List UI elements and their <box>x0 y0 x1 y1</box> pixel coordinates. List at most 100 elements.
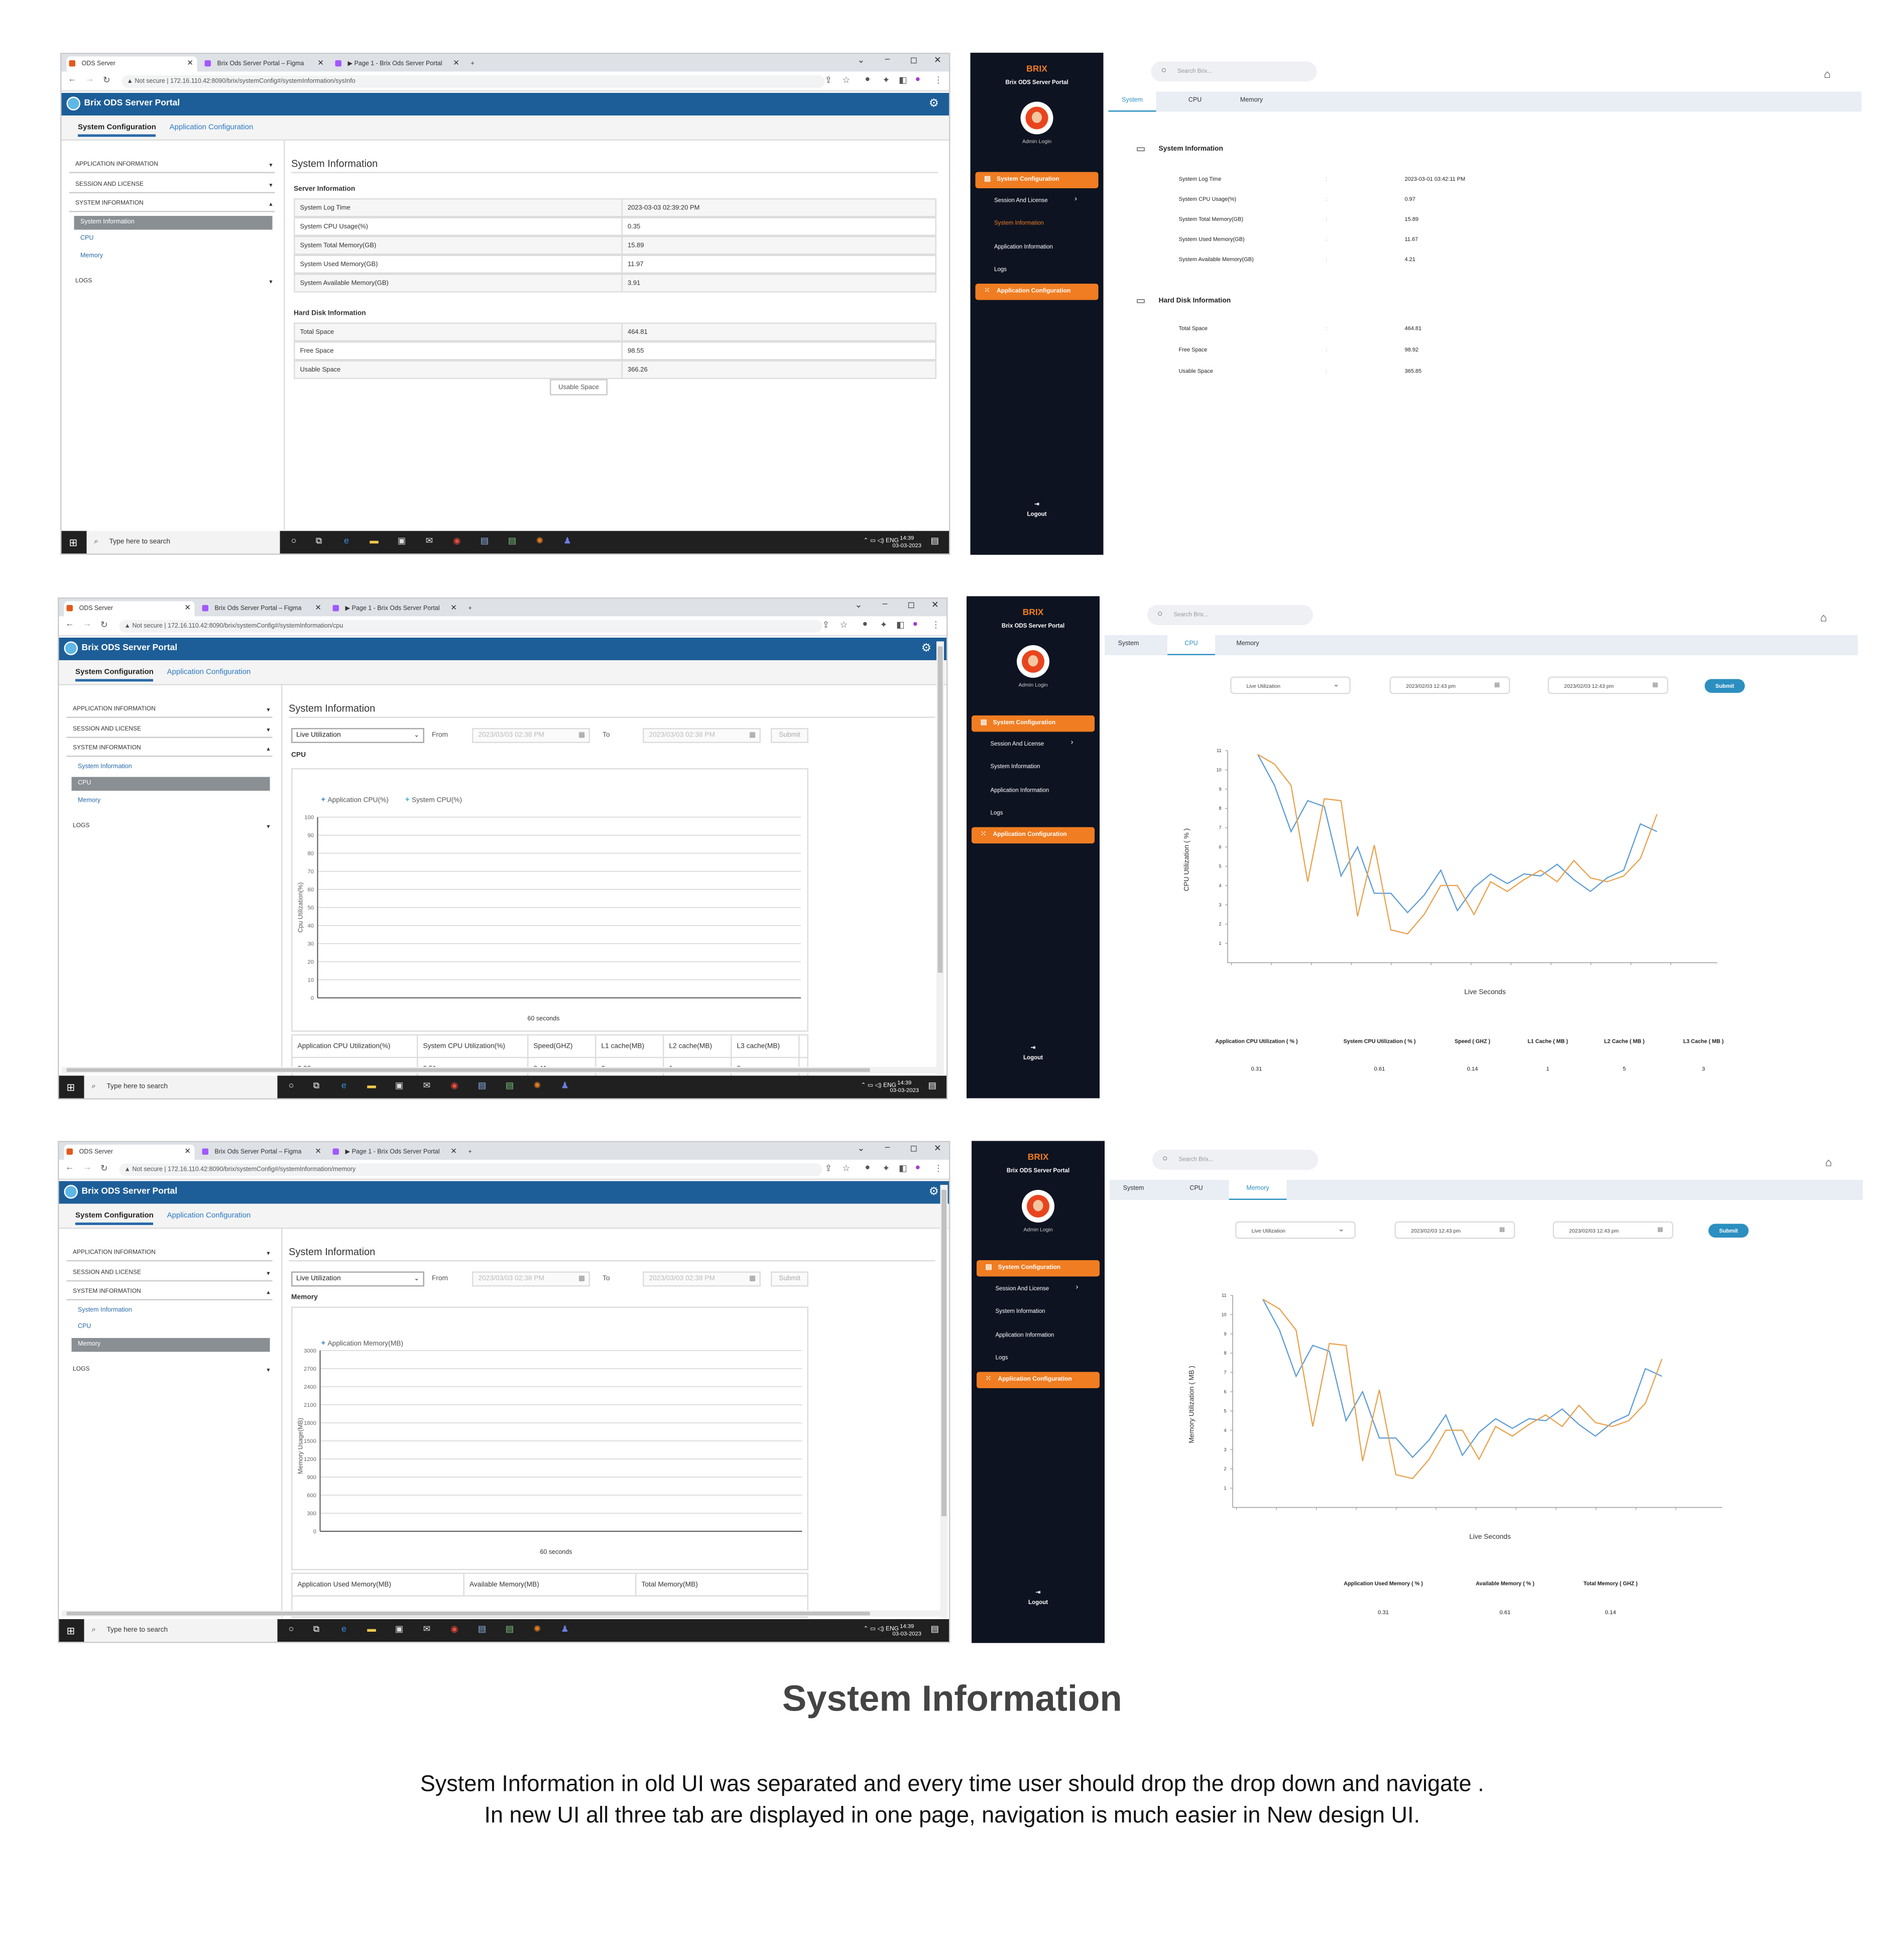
mail-icon[interactable]: ✉ <box>423 536 436 549</box>
home-icon[interactable]: ⌂ <box>1824 68 1831 80</box>
accordion-system-information[interactable]: SYSTEM INFORMATION ▴ <box>69 197 275 212</box>
back-icon[interactable]: ← <box>65 1164 74 1173</box>
task-view-icon[interactable]: ⧉ <box>313 536 325 549</box>
menu-item-application-information[interactable]: Application Information <box>991 787 1049 794</box>
from-date-input[interactable]: 2023/03/03 02:38 PM ▦ <box>472 1271 590 1287</box>
tab-system-configuration[interactable]: System Configuration <box>75 669 154 682</box>
notepad-icon[interactable]: ▤ <box>506 536 519 549</box>
chevron-down-icon[interactable]: ⌄ <box>858 1144 865 1154</box>
url-input[interactable]: ▲ Not secure | 172.16.110.42:8090/brix/s… <box>119 620 822 633</box>
close-tab-icon[interactable]: ✕ <box>184 1145 191 1160</box>
menu-application-configuration[interactable]: ⁙ Application Configuration <box>975 284 1099 300</box>
utilization-select[interactable]: Live Utilization ⌄ <box>1230 676 1351 694</box>
extensions-icon[interactable]: ✦ <box>883 1164 890 1174</box>
sidebar-item-system-information[interactable]: System Information <box>72 761 270 775</box>
sidebar-item-cpu[interactable]: CPU <box>74 232 273 247</box>
sidebar-item-memory[interactable]: Memory <box>74 250 273 264</box>
accordion-application-information[interactable]: APPLICATION INFORMATION ▾ <box>69 158 275 173</box>
submit-button[interactable]: Submit <box>1705 679 1745 693</box>
home-icon[interactable]: ⌂ <box>1825 1156 1832 1169</box>
logout-button[interactable]: ⇥ Logout <box>972 1588 1105 1608</box>
store-icon[interactable]: ▣ <box>393 1624 406 1637</box>
menu-application-configuration[interactable]: ⁙ Application Configuration <box>977 1372 1100 1388</box>
sidebar-item-cpu[interactable]: CPU <box>72 1320 270 1334</box>
chevron-down-icon[interactable]: ⌄ <box>858 55 865 66</box>
close-tab-icon[interactable]: ✕ <box>450 1145 457 1160</box>
notepad-icon[interactable]: ▤ <box>504 1081 516 1093</box>
store-icon[interactable]: ▣ <box>396 536 408 549</box>
clock[interactable]: 14:39 03-03-2023 <box>890 1079 919 1094</box>
windows-start-icon[interactable]: ⊞ <box>67 1082 75 1093</box>
menu-item-logs[interactable]: Logs <box>994 266 1007 273</box>
utilization-select[interactable]: Live Utilization ⌄ <box>291 728 424 743</box>
search-input[interactable]: ○ Search Brix... <box>1151 61 1317 82</box>
url-input[interactable]: ▲ Not secure | 172.16.110.42:8090/brix/s… <box>119 1163 822 1176</box>
notification-icon[interactable]: ▤ <box>930 536 939 546</box>
accordion-application-information[interactable]: APPLICATION INFORMATION ▾ <box>66 1247 273 1262</box>
browser-tab[interactable]: Brix Ods Server Portal – Figma ✕ <box>200 601 325 617</box>
browser-tab[interactable]: ODS Server ✕ <box>66 56 197 72</box>
utilization-select[interactable]: Live Utilization ⌄ <box>1235 1221 1356 1239</box>
to-date-input[interactable]: 2023/02/03 12:43 pm ▦ <box>1548 676 1669 694</box>
profile-avatar[interactable]: ● <box>915 75 921 84</box>
share-icon[interactable]: ⇪ <box>825 1164 832 1174</box>
browser-tab[interactable]: ▶ Page 1 - Brix Ods Server Portal ✕ <box>330 1145 461 1160</box>
chrome-icon[interactable]: ◉ <box>448 1081 461 1093</box>
menu-system-configuration[interactable]: ▤ System Configuration <box>975 172 1099 188</box>
share-icon[interactable]: ⇪ <box>825 75 832 86</box>
app-icon[interactable]: ▤ <box>476 1081 489 1093</box>
menu-kebab-icon[interactable]: ⋮ <box>934 1164 943 1174</box>
windows-start-icon[interactable]: ⊞ <box>69 537 78 549</box>
close-tab-icon[interactable]: ✕ <box>315 1145 321 1160</box>
close-window-icon[interactable]: ✕ <box>934 1144 941 1154</box>
submit-button[interactable]: Submit <box>1708 1224 1749 1238</box>
profile-avatar[interactable]: ● <box>913 620 918 629</box>
notepad-icon[interactable]: ▤ <box>504 1624 516 1637</box>
new-tab-icon[interactable]: + <box>466 601 479 617</box>
edge-icon[interactable]: e <box>340 536 353 549</box>
tab-system[interactable]: System <box>1110 1180 1157 1200</box>
utilization-select[interactable]: Live Utilization ⌄ <box>291 1271 424 1287</box>
accordion-session-license[interactable]: SESSION AND LICENSE ▾ <box>66 1267 273 1282</box>
chrome-icon[interactable]: ◉ <box>448 1624 461 1637</box>
menu-kebab-icon[interactable]: ⋮ <box>934 75 943 86</box>
close-tab-icon[interactable]: ✕ <box>450 601 457 617</box>
sidepanel-icon[interactable]: ◧ <box>899 75 907 86</box>
sidebar-item-cpu[interactable]: CPU <box>71 777 270 791</box>
home-icon[interactable]: ⌂ <box>1820 612 1827 624</box>
back-icon[interactable]: ← <box>65 620 74 629</box>
notification-icon[interactable]: ▤ <box>928 1081 936 1091</box>
close-window-icon[interactable]: ✕ <box>934 55 941 66</box>
sidebar-item-memory[interactable]: Memory <box>71 1338 270 1352</box>
bookmark-star-icon[interactable]: ☆ <box>843 1164 851 1174</box>
minimize-icon[interactable]: – <box>885 55 890 64</box>
tab-memory[interactable]: Memory <box>1224 635 1272 655</box>
sidebar-item-system-information[interactable]: System Information <box>72 1304 270 1318</box>
app-icon[interactable]: ✺ <box>531 1081 544 1093</box>
file-explorer-icon[interactable]: ▬ <box>366 1624 378 1637</box>
menu-item-system-information[interactable]: System Information <box>994 220 1044 226</box>
vertical-scrollbar[interactable] <box>936 641 944 1074</box>
reload-icon[interactable]: ↻ <box>103 75 110 86</box>
accordion-session-license[interactable]: SESSION AND LICENSE ▾ <box>66 723 273 738</box>
tab-cpu[interactable]: CPU <box>1171 92 1219 112</box>
new-tab-icon[interactable]: + <box>466 1145 479 1160</box>
mail-icon[interactable]: ✉ <box>421 1624 433 1637</box>
accordion-session-license[interactable]: SESSION AND LICENSE ▾ <box>69 178 275 193</box>
reload-icon[interactable]: ↻ <box>100 620 108 631</box>
accordion-system-information[interactable]: SYSTEM INFORMATION ▴ <box>66 742 273 757</box>
to-date-input[interactable]: 2023/03/03 02:38 PM ▦ <box>643 728 761 743</box>
menu-item-system-information[interactable]: System Information <box>996 1308 1045 1314</box>
taskbar-search-input[interactable]: ⌕ Type here to search <box>84 1075 278 1099</box>
browser-tab[interactable]: ▶ Page 1 - Brix Ods Server Portal ✕ <box>333 57 463 72</box>
clock[interactable]: 14:39 03-03-2023 <box>892 535 921 550</box>
sidebar-item-system-information[interactable]: System Information <box>74 216 273 230</box>
browser-tab[interactable]: ▶ Page 1 - Brix Ods Server Portal ✕ <box>330 601 461 617</box>
mic-icon[interactable]: ● <box>865 1164 871 1173</box>
forward-icon[interactable]: → <box>83 1164 92 1173</box>
teams-icon[interactable]: ♟ <box>559 1624 571 1637</box>
vertical-scrollbar[interactable] <box>940 1185 948 1618</box>
sidepanel-icon[interactable]: ◧ <box>899 1164 907 1174</box>
file-explorer-icon[interactable]: ▬ <box>368 536 381 549</box>
reload-icon[interactable]: ↻ <box>100 1164 108 1174</box>
